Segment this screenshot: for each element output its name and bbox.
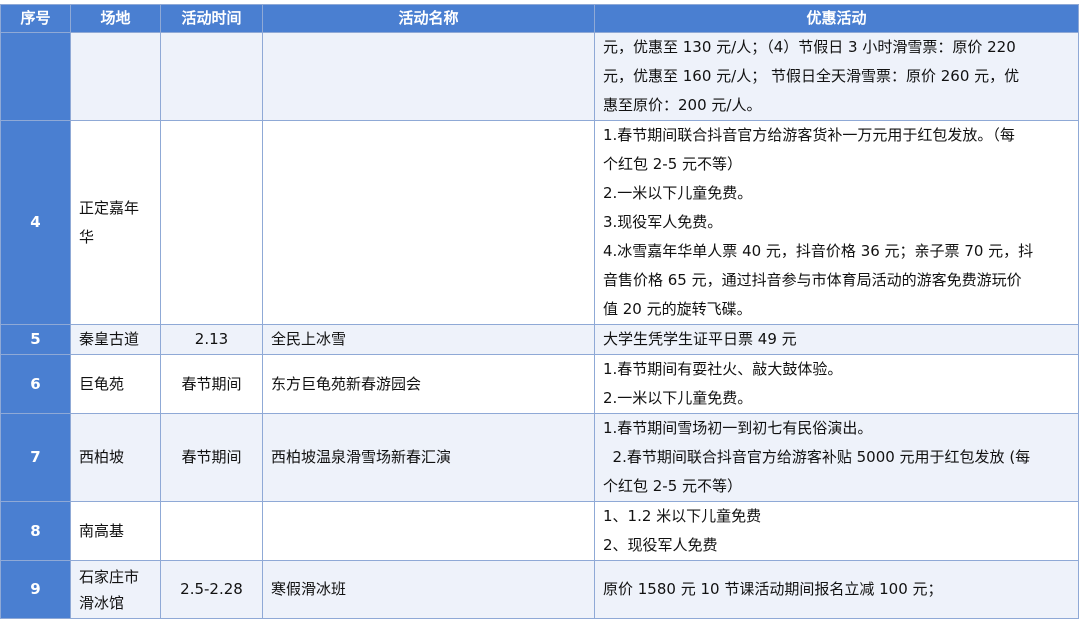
row-time: 2.13 bbox=[160, 324, 263, 355]
row-time: 2.5-2.28 bbox=[160, 560, 263, 619]
row-time: 春节期间 bbox=[160, 354, 263, 414]
row-venue: 石家庄市滑冰馆 bbox=[70, 560, 161, 619]
table-row: 7 西柏坡 春节期间 西柏坡温泉滑雪场新春汇演 1.春节期间雪场初一到初七有民俗… bbox=[0, 413, 1079, 502]
header-venue: 场地 bbox=[70, 4, 161, 33]
offer-line: 2、现役军人免费 bbox=[603, 536, 718, 554]
header-offer: 优惠活动 bbox=[594, 4, 1079, 33]
row-no: 7 bbox=[0, 413, 71, 502]
row-activity bbox=[262, 32, 595, 121]
table-row: 元，优惠至 130 元/人；（4）节假日 3 小时滑雪票：原价 220 元，优惠… bbox=[0, 32, 1079, 121]
row-offer: 大学生凭学生证平日票 49 元 bbox=[594, 324, 1079, 355]
row-time: 春节期间 bbox=[160, 413, 263, 502]
row-no: 6 bbox=[0, 354, 71, 414]
header-name: 活动名称 bbox=[262, 4, 595, 33]
row-offer: 1、1.2 米以下儿童免费 2、现役军人免费 bbox=[594, 501, 1079, 561]
offer-line: 惠至原价：200 元/人。 bbox=[603, 96, 762, 114]
table-row: 4 正定嘉年华 1.春节期间联合抖音官方给游客货补一万元用于红包发放。（每 个红… bbox=[0, 120, 1079, 325]
offer-line: 2.一米以下儿童免费。 bbox=[603, 389, 753, 407]
row-offer: 元，优惠至 130 元/人；（4）节假日 3 小时滑雪票：原价 220 元，优惠… bbox=[594, 32, 1079, 121]
offer-line: 个红包 2-5 元不等） bbox=[603, 155, 743, 173]
table-row: 9 石家庄市滑冰馆 2.5-2.28 寒假滑冰班 原价 1580 元 10 节课… bbox=[0, 560, 1079, 619]
offer-line: 1.春节期间联合抖音官方给游客货补一万元用于红包发放。（每 bbox=[603, 126, 1015, 144]
row-no: 4 bbox=[0, 120, 71, 325]
row-venue: 秦皇古道 bbox=[70, 324, 161, 355]
row-activity: 寒假滑冰班 bbox=[262, 560, 595, 619]
row-activity: 全民上冰雪 bbox=[262, 324, 595, 355]
table-row: 8 南高基 1、1.2 米以下儿童免费 2、现役军人免费 bbox=[0, 501, 1079, 561]
table-row: 6 巨龟苑 春节期间 东方巨龟苑新春游园会 1.春节期间有耍社火、敲大鼓体验。 … bbox=[0, 354, 1079, 414]
header-no: 序号 bbox=[0, 4, 71, 33]
row-time bbox=[160, 120, 263, 325]
events-table: 序号 场地 活动时间 活动名称 优惠活动 元，优惠至 130 元/人；（4）节假… bbox=[0, 4, 1079, 619]
row-venue: 西柏坡 bbox=[70, 413, 161, 502]
offer-line: 1.春节期间有耍社火、敲大鼓体验。 bbox=[603, 360, 843, 378]
offer-line: 2.春节期间联合抖音官方给游客补贴 5000 元用于红包发放 (每 bbox=[603, 448, 1031, 466]
offer-line: 大学生凭学生证平日票 49 元 bbox=[603, 330, 797, 348]
offer-line: 原价 1580 元 10 节课活动期间报名立减 100 元； bbox=[603, 580, 943, 598]
row-no: 5 bbox=[0, 324, 71, 355]
offer-line: 元，优惠至 160 元/人； 节假日全天滑雪票：原价 260 元，优 bbox=[603, 67, 1020, 85]
row-venue: 巨龟苑 bbox=[70, 354, 161, 414]
row-offer: 1.春节期间有耍社火、敲大鼓体验。 2.一米以下儿童免费。 bbox=[594, 354, 1079, 414]
row-activity bbox=[262, 501, 595, 561]
offer-line: 2.一米以下儿童免费。 bbox=[603, 184, 753, 202]
offer-line: 元，优惠至 130 元/人；（4）节假日 3 小时滑雪票：原价 220 bbox=[603, 38, 1016, 56]
row-activity: 西柏坡温泉滑雪场新春汇演 bbox=[262, 413, 595, 502]
row-venue: 正定嘉年华 bbox=[70, 120, 161, 325]
offer-line: 3.现役军人免费。 bbox=[603, 213, 723, 231]
row-venue bbox=[70, 32, 161, 121]
row-activity: 东方巨龟苑新春游园会 bbox=[262, 354, 595, 414]
row-offer: 1.春节期间雪场初一到初七有民俗演出。 2.春节期间联合抖音官方给游客补贴 50… bbox=[594, 413, 1079, 502]
offer-line: 个红包 2-5 元不等） bbox=[603, 477, 743, 495]
row-offer: 原价 1580 元 10 节课活动期间报名立减 100 元； bbox=[594, 560, 1079, 619]
header-time: 活动时间 bbox=[160, 4, 263, 33]
row-no: 9 bbox=[0, 560, 71, 619]
offer-line: 1.春节期间雪场初一到初七有民俗演出。 bbox=[603, 419, 873, 437]
row-offer: 1.春节期间联合抖音官方给游客货补一万元用于红包发放。（每 个红包 2-5 元不… bbox=[594, 120, 1079, 325]
offer-line: 4.冰雪嘉年华单人票 40 元，抖音价格 36 元；亲子票 70 元，抖 bbox=[603, 242, 1034, 260]
offer-line: 音售价格 65 元，通过抖音参与市体育局活动的游客免费游玩价 bbox=[603, 271, 1022, 289]
row-no bbox=[0, 32, 71, 121]
row-time bbox=[160, 32, 263, 121]
header-row: 序号 场地 活动时间 活动名称 优惠活动 bbox=[0, 4, 1079, 33]
row-venue: 南高基 bbox=[70, 501, 161, 561]
row-no: 8 bbox=[0, 501, 71, 561]
table-row: 5 秦皇古道 2.13 全民上冰雪 大学生凭学生证平日票 49 元 bbox=[0, 324, 1079, 355]
offer-line: 1、1.2 米以下儿童免费 bbox=[603, 507, 762, 525]
offer-line: 值 20 元的旋转飞碟。 bbox=[603, 300, 752, 318]
row-activity bbox=[262, 120, 595, 325]
row-time bbox=[160, 501, 263, 561]
